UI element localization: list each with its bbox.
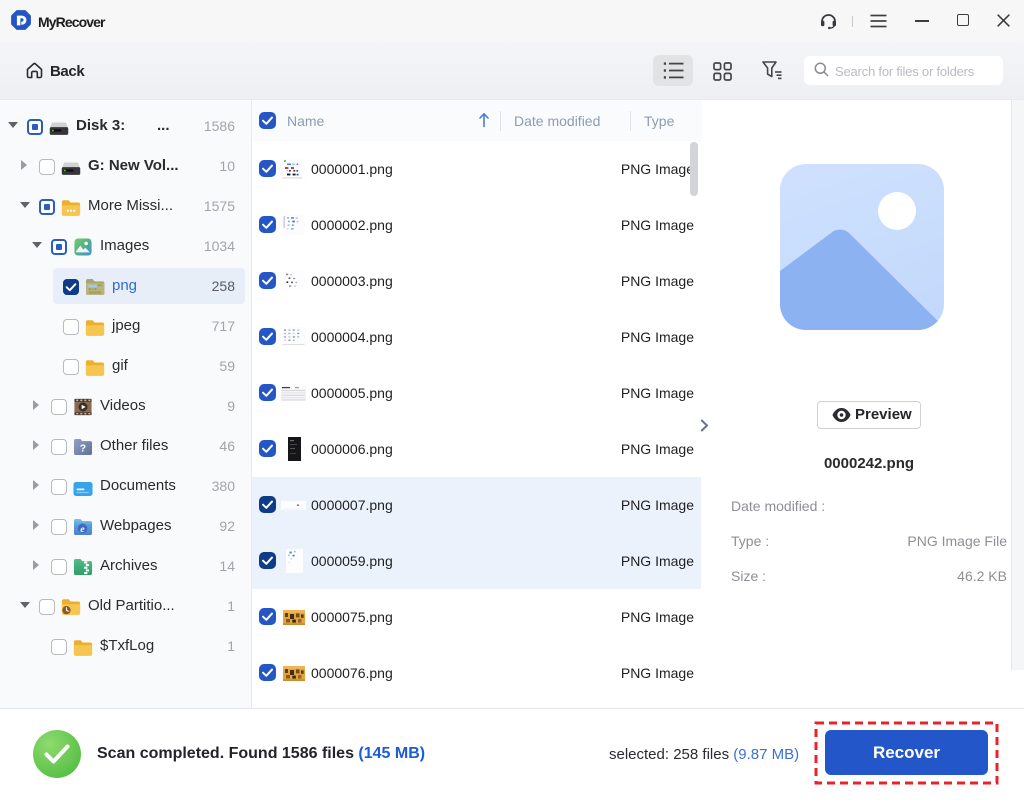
svg-text:e: e [80,524,85,535]
svg-text:?: ? [80,444,86,455]
